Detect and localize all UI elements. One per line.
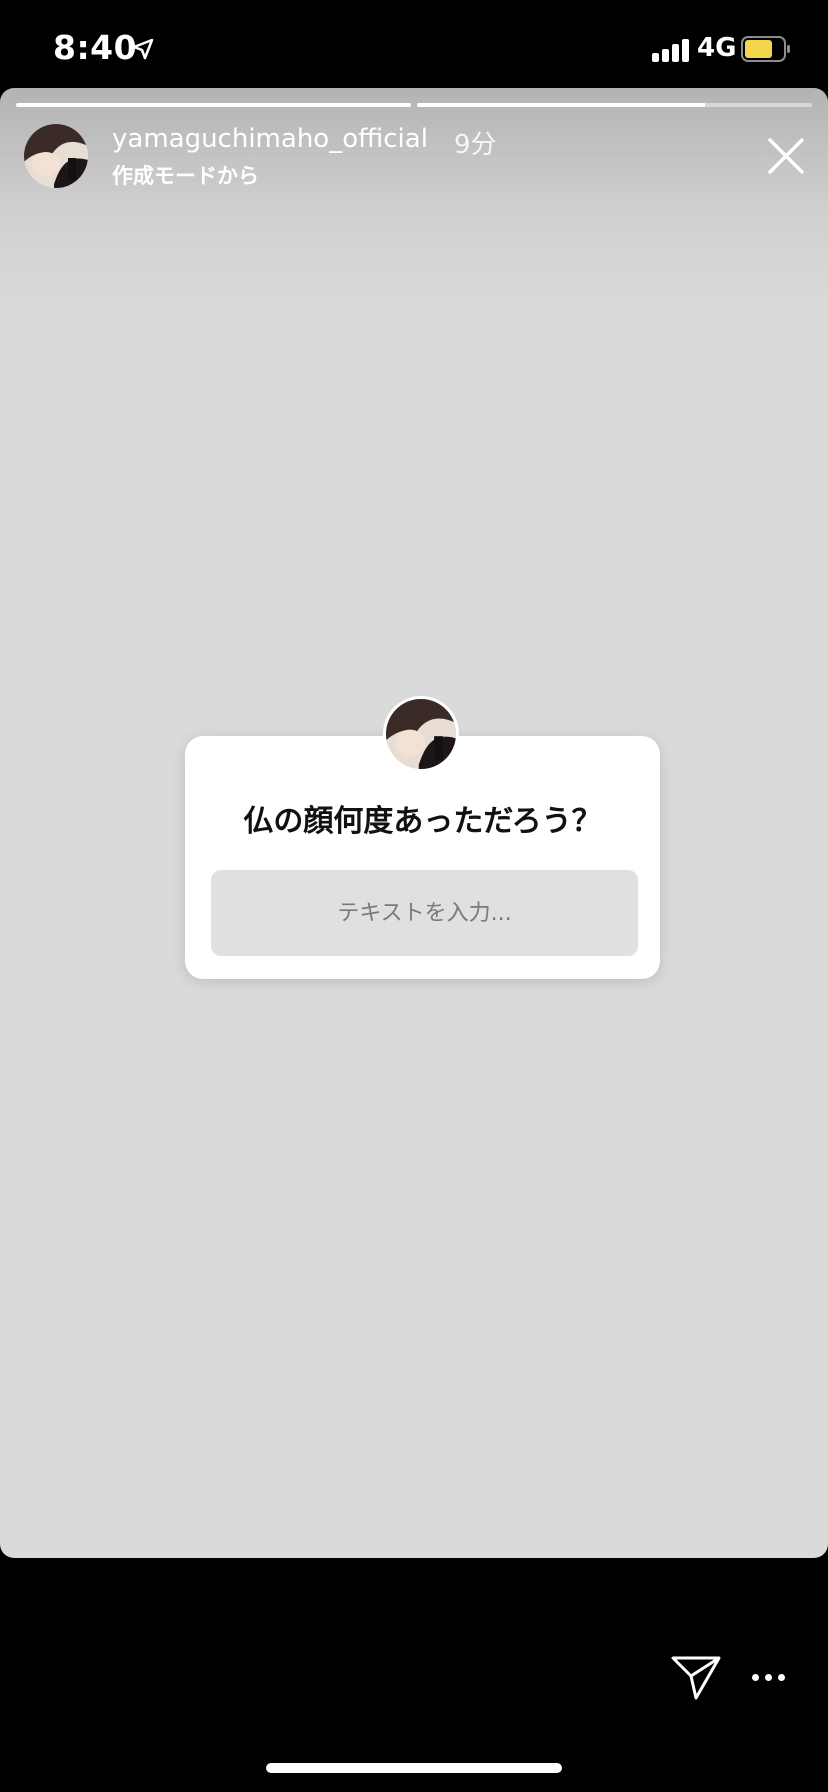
story-username[interactable]: yamaguchimaho_official	[112, 124, 428, 154]
more-icon[interactable]	[752, 1668, 788, 1688]
battery-icon	[741, 36, 790, 62]
location-arrow-icon	[132, 38, 154, 60]
story-progress-segment	[417, 103, 812, 107]
question-answer-input[interactable]	[211, 870, 638, 956]
question-sticker-avatar	[383, 696, 459, 772]
network-type: 4G	[697, 33, 737, 63]
story-subtitle: 作成モードから	[112, 164, 259, 188]
story-progress-segment	[16, 103, 411, 107]
home-indicator[interactable]	[266, 1763, 562, 1773]
close-icon[interactable]	[762, 132, 810, 180]
question-text: 仏の顔何度あっただろう？	[243, 804, 602, 839]
story-time-ago: 9分	[454, 130, 497, 160]
status-bar: 8:40 4G	[0, 0, 828, 88]
signal-strength-icon	[652, 38, 692, 62]
question-sticker[interactable]: 仏の顔何度あっただろう？	[185, 736, 660, 979]
status-time: 8:40	[53, 28, 138, 67]
send-icon[interactable]	[670, 1654, 722, 1702]
profile-avatar[interactable]	[24, 124, 88, 188]
